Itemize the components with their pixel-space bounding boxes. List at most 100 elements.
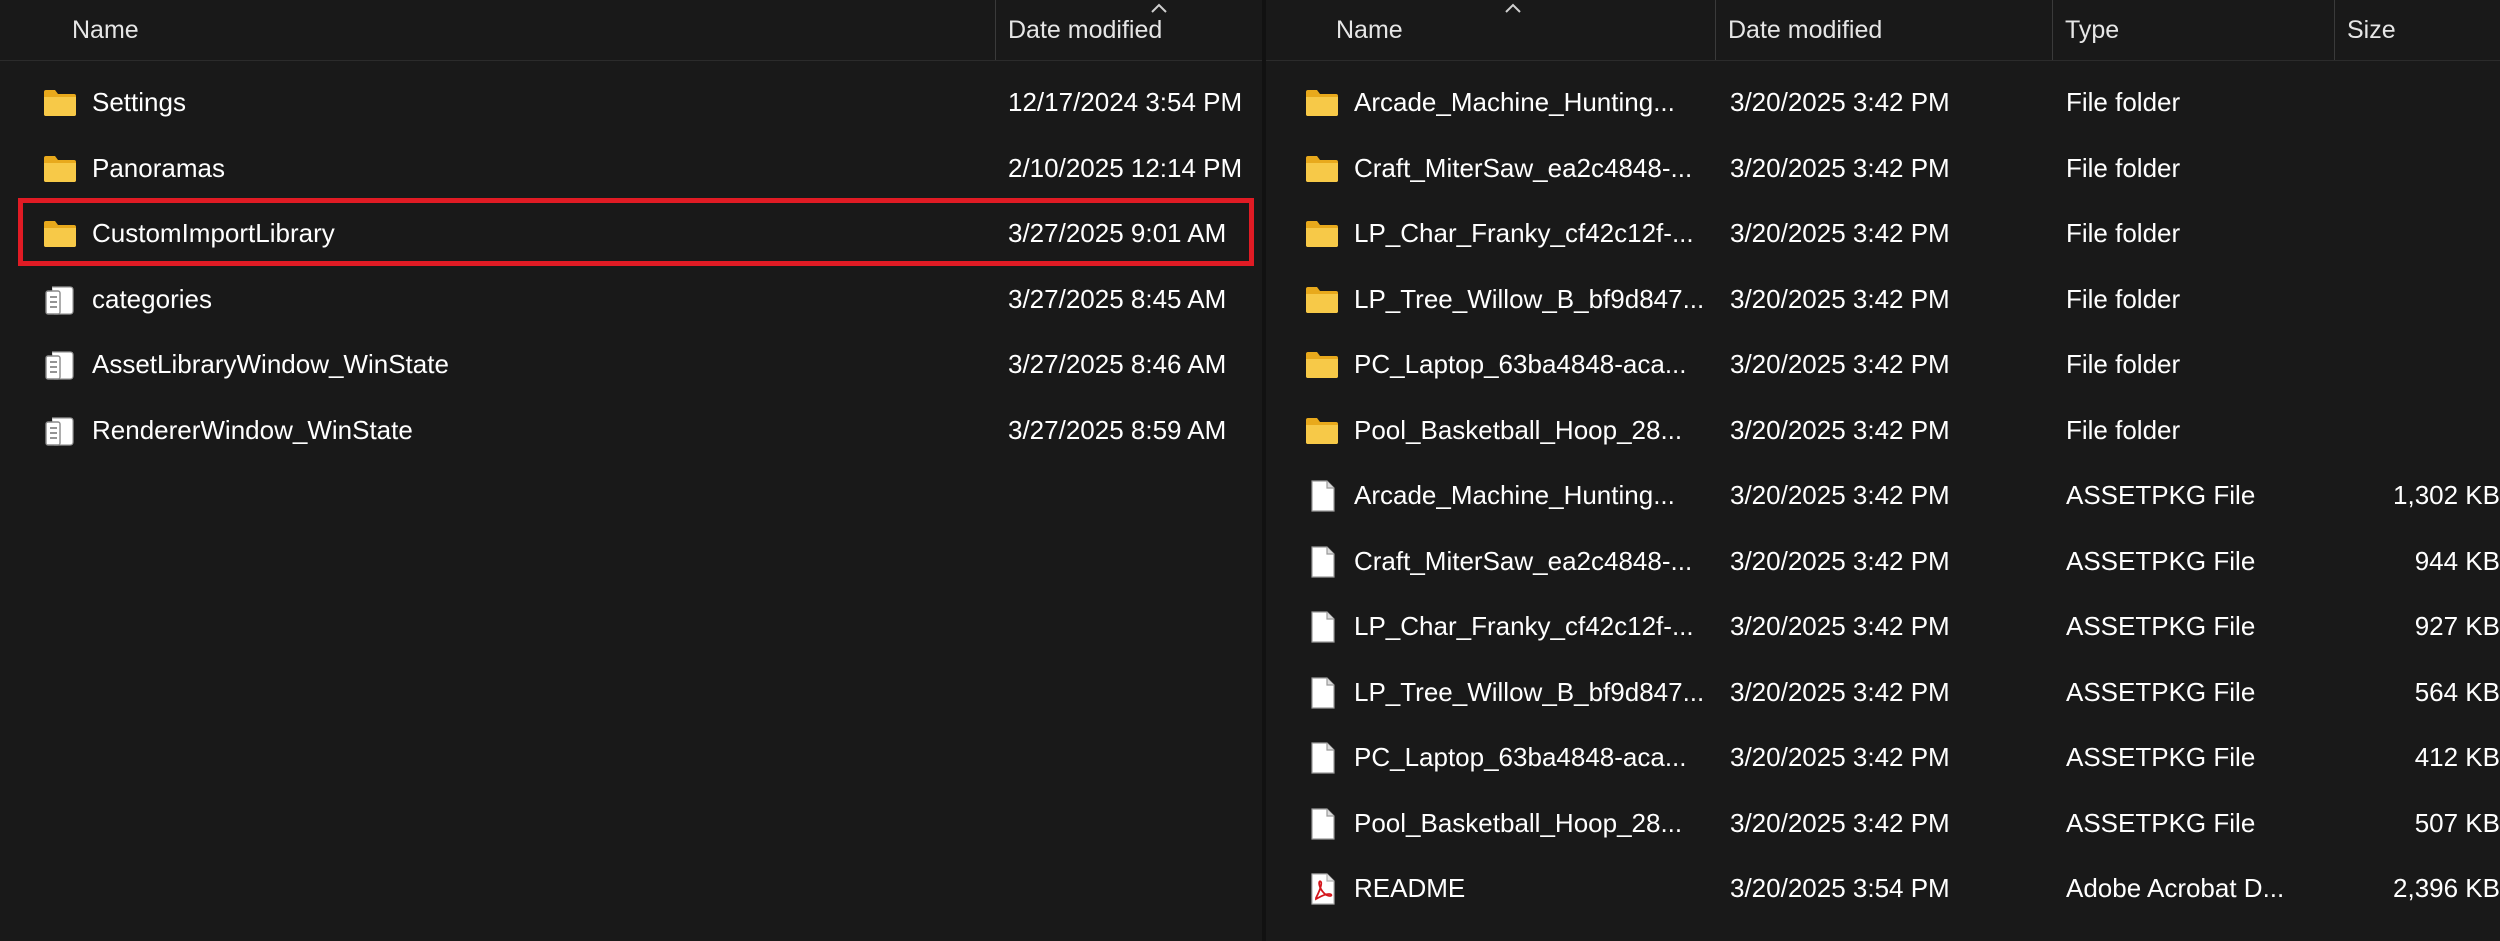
file-date-modified: 3/20/2025 3:42 PM [1730,611,1950,641]
file-size: 944 KB [2414,545,2500,576]
file-name: LP_Char_Franky_cf42c12f-... [1354,218,1694,248]
file-list-row[interactable]: Arcade_Machine_Hunting... 3/20/2025 3:42 … [1266,70,2500,134]
file-type: File folder [2066,414,2181,445]
file-date-modified: 3/20/2025 3:42 PM [1730,676,1950,707]
pdf-icon [1311,873,1335,905]
config-file-icon [45,351,74,380]
file-date-modified: 3/20/2025 3:42 PM [1730,152,1950,183]
file-size [2341,332,2500,396]
right-size-column-header[interactable]: Size [2335,0,2500,60]
file-name: README [1354,873,1466,903]
sort-ascending-icon [1151,3,1167,13]
file-name: Settings [92,87,186,117]
file-type: File folder [2066,349,2181,379]
left-file-pane: Name Date modified Settings 12/17/2024 3:… [0,0,1262,941]
file-type: ASSETPKG File [2066,676,2256,707]
file-date-modified: 3/20/2025 3:42 PM [1730,480,1950,510]
file-date-modified: 2/10/2025 12:14 PM [1008,152,1243,183]
file-date-modified: 3/20/2025 3:42 PM [1730,545,1950,576]
folder-icon [1306,352,1338,378]
file-date-modified: 3/20/2025 3:42 PM [1730,807,1950,838]
file-list-row[interactable]: LP_Tree_Willow_B_bf9d847... 3/20/2025 3:4… [1266,267,2500,331]
file-size: 927 KB [2414,611,2500,641]
highlight-box [18,198,1254,266]
file-size: 412 KB [2414,742,2500,772]
file-date-modified: 3/27/2025 8:46 AM [1008,349,1227,379]
folder-icon [1306,90,1338,116]
file-name: Pool_Basketball_Hoop_28... [1354,807,1683,838]
file-type: Adobe Acrobat D... [2066,873,2285,903]
file-name: PC_Laptop_63ba4848-aca... [1354,349,1687,379]
file-name: Arcade_Machine_Hunting... [1354,480,1675,510]
file-type: File folder [2066,87,2181,117]
file-name: Craft_MiterSaw_ea2c4848-... [1354,152,1693,183]
file-size [2341,267,2500,331]
file-type: File folder [2066,283,2181,314]
right-name-column-header[interactable]: Name [1324,0,1774,60]
left-column-header: Name Date modified [0,0,1262,61]
folder-icon [1306,286,1338,313]
sort-ascending-icon [1505,3,1521,13]
config-file-icon [45,285,74,315]
file-list-row[interactable]: LP_Char_Franky_cf42c12f-... 3/20/2025 3:4… [1266,201,2500,265]
file-date-modified: 3/27/2025 8:45 AM [1008,283,1227,314]
file-icon [1311,480,1335,512]
file-size [2341,201,2500,265]
file-type: File folder [2066,152,2181,183]
file-icon [1311,545,1335,578]
file-list-row[interactable]: categories 3/27/2025 8:45 AM [0,267,1262,331]
folder-icon [44,155,76,182]
file-name: Panoramas [92,152,225,183]
file-name: PC_Laptop_63ba4848-aca... [1354,742,1687,772]
file-name: categories [92,283,212,314]
file-name: Arcade_Machine_Hunting... [1354,87,1675,117]
file-type: ASSETPKG File [2066,742,2256,772]
file-type: ASSETPKG File [2066,480,2256,510]
file-name: LP_Tree_Willow_B_bf9d847... [1354,676,1705,707]
file-type: ASSETPKG File [2066,545,2256,576]
file-icon [1311,676,1335,709]
left-name-column-header[interactable]: Name [60,0,990,60]
file-list-row[interactable]: LP_Char_Franky_cf42c12f-... 3/20/2025 3:4… [1266,594,2500,658]
folder-icon [44,90,76,116]
file-date-modified: 3/20/2025 3:42 PM [1730,87,1950,117]
file-name: LP_Char_Franky_cf42c12f-... [1354,611,1694,641]
file-size [2341,136,2500,200]
file-icon [1311,611,1335,643]
right-type-column-header[interactable]: Type [2053,0,2233,60]
right-column-header: Name Date modified Type Size [1266,0,2500,61]
file-icon [1311,742,1335,774]
file-size: 564 KB [2414,676,2500,707]
right-date-column-header[interactable]: Date modified [1716,0,2086,60]
left-date-column-header[interactable]: Date modified [996,0,1262,60]
file-list-row[interactable]: RendererWindow_WinState 3/27/2025 8:59 AM [0,398,1262,462]
right-file-pane: Name Date modified Type Size Arcade_Mach… [1266,0,2500,941]
file-date-modified: 3/20/2025 3:42 PM [1730,349,1950,379]
file-size: 2,396 KB [2393,873,2500,903]
file-list-row[interactable]: PC_Laptop_63ba4848-aca... 3/20/2025 3:42 … [1266,332,2500,396]
file-list-row[interactable]: Craft_MiterSaw_ea2c4848-... 3/20/2025 3:4… [1266,529,2500,593]
file-list-row[interactable]: LP_Tree_Willow_B_bf9d847... 3/20/2025 3:4… [1266,660,2500,724]
file-name: RendererWindow_WinState [92,414,413,445]
file-list-row[interactable]: Arcade_Machine_Hunting... 3/20/2025 3:42 … [1266,463,2500,527]
file-list-row[interactable]: README 3/20/2025 3:54 PM Adobe Acrobat D..… [1266,856,2500,920]
file-type: ASSETPKG File [2066,807,2256,838]
file-type: File folder [2066,218,2181,248]
file-date-modified: 3/27/2025 8:59 AM [1008,414,1227,445]
file-name: AssetLibraryWindow_WinState [92,349,449,379]
file-name: Pool_Basketball_Hoop_28... [1354,414,1683,445]
file-date-modified: 12/17/2024 3:54 PM [1008,87,1243,117]
file-type: ASSETPKG File [2066,611,2256,641]
file-size [2341,70,2500,134]
file-list-row[interactable]: Panoramas 2/10/2025 12:14 PM [0,136,1262,200]
file-list-row[interactable]: Settings 12/17/2024 3:54 PM [0,70,1262,134]
file-list-row[interactable]: Pool_Basketball_Hoop_28... 3/20/2025 3:42… [1266,791,2500,855]
file-size: 507 KB [2414,807,2500,838]
folder-icon [1306,417,1338,444]
file-list-row[interactable]: Craft_MiterSaw_ea2c4848-... 3/20/2025 3:4… [1266,136,2500,200]
file-name: LP_Tree_Willow_B_bf9d847... [1354,283,1705,314]
file-list-row[interactable]: PC_Laptop_63ba4848-aca... 3/20/2025 3:42 … [1266,725,2500,789]
file-list-row[interactable]: Pool_Basketball_Hoop_28... 3/20/2025 3:42… [1266,398,2500,462]
file-list-row[interactable]: AssetLibraryWindow_WinState 3/27/2025 8:4… [0,332,1262,396]
file-icon [1311,807,1335,840]
